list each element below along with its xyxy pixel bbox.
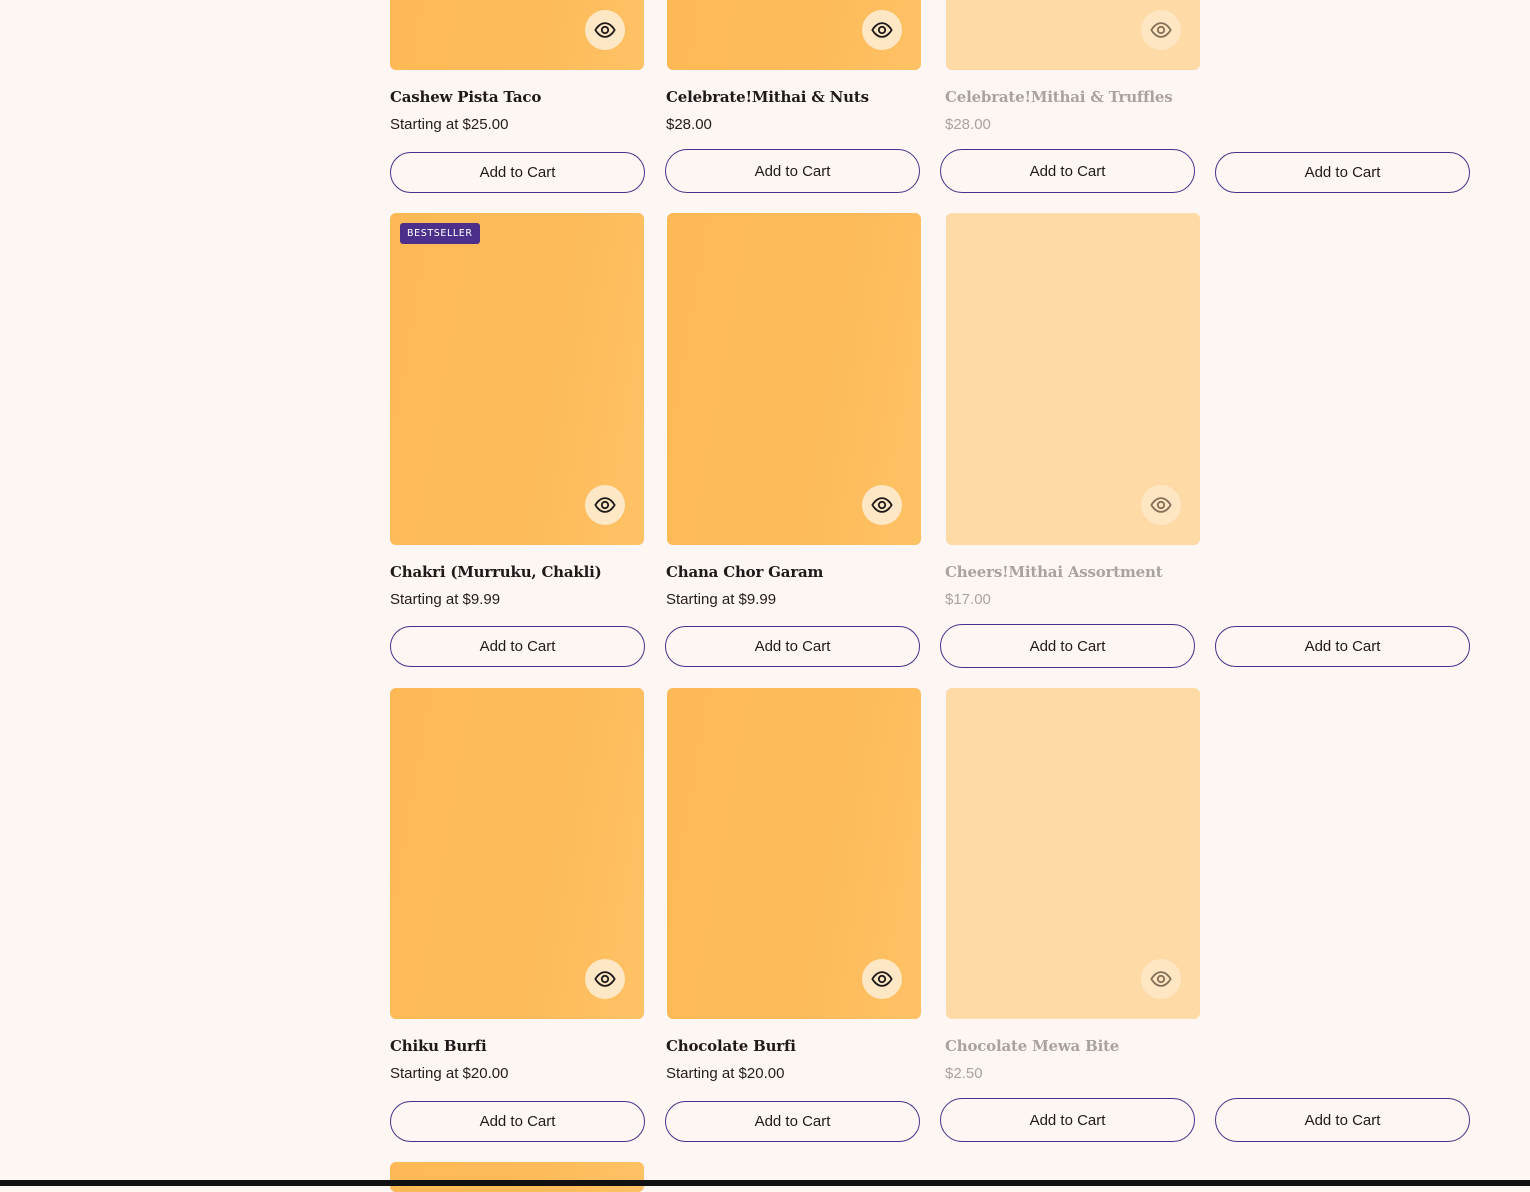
add-to-cart-button[interactable]: Add to Cart xyxy=(390,1101,645,1142)
add-to-cart-button[interactable]: Add to Cart xyxy=(940,1098,1195,1142)
add-to-cart-button[interactable]: Add to Cart xyxy=(665,1101,920,1142)
product-title[interactable]: Chocolate Mewa Bite xyxy=(945,1037,1119,1055)
product-image[interactable] xyxy=(390,0,644,70)
add-to-cart-button[interactable]: Add to Cart xyxy=(665,149,920,193)
quick-view-button[interactable] xyxy=(585,959,625,999)
quick-view-button[interactable] xyxy=(862,10,902,50)
add-to-cart-button[interactable]: Add to Cart xyxy=(390,626,645,667)
product-title[interactable]: Celebrate!Mithai & Nuts xyxy=(666,88,869,106)
add-to-cart-button[interactable]: Add to Cart xyxy=(940,624,1195,668)
product-price: $2.50 xyxy=(945,1065,983,1082)
product-title[interactable]: Cheers!Mithai Assortment xyxy=(945,563,1163,581)
eye-icon xyxy=(594,497,616,513)
product-image[interactable] xyxy=(946,213,1200,545)
product-price: Starting at $9.99 xyxy=(666,591,777,608)
eye-icon xyxy=(1150,497,1172,513)
product-price: Starting at $20.00 xyxy=(666,1065,785,1082)
product-image[interactable] xyxy=(946,688,1200,1019)
product-image[interactable] xyxy=(667,0,921,70)
product-image[interactable] xyxy=(667,213,921,545)
product-image[interactable] xyxy=(390,688,644,1019)
product-price: $28.00 xyxy=(945,116,991,133)
eye-icon xyxy=(594,22,616,38)
product-title[interactable]: Chakri (Murruku, Chakli) xyxy=(390,563,602,581)
add-to-cart-button[interactable]: Add to Cart xyxy=(665,626,920,667)
product-image[interactable] xyxy=(390,1162,644,1192)
quick-view-button[interactable] xyxy=(1141,10,1181,50)
product-title[interactable]: Celebrate!Mithai & Truffles xyxy=(945,88,1173,106)
product-price: $28.00 xyxy=(666,116,712,133)
bestseller-badge: BESTSELLER xyxy=(400,223,480,244)
quick-view-button[interactable] xyxy=(1141,959,1181,999)
product-title[interactable]: Chocolate Burfi xyxy=(666,1037,796,1055)
product-price: $17.00 xyxy=(945,591,991,608)
quick-view-button[interactable] xyxy=(862,485,902,525)
eye-icon xyxy=(594,971,616,987)
eye-icon xyxy=(871,971,893,987)
eye-icon xyxy=(1150,971,1172,987)
add-to-cart-button[interactable]: Add to Cart xyxy=(1215,626,1470,667)
product-image[interactable] xyxy=(667,688,921,1019)
quick-view-button[interactable] xyxy=(1141,485,1181,525)
quick-view-button[interactable] xyxy=(585,485,625,525)
product-image[interactable] xyxy=(946,0,1200,70)
product-title[interactable]: Cashew Pista Taco xyxy=(390,88,541,106)
add-to-cart-button[interactable]: Add to Cart xyxy=(1215,152,1470,193)
add-to-cart-button[interactable]: Add to Cart xyxy=(390,152,645,193)
add-to-cart-button[interactable]: Add to Cart xyxy=(1215,1098,1470,1142)
eye-icon xyxy=(1150,22,1172,38)
eye-icon xyxy=(871,22,893,38)
quick-view-button[interactable] xyxy=(862,959,902,999)
product-price: Starting at $9.99 xyxy=(390,591,501,608)
product-title[interactable]: Chana Chor Garam xyxy=(666,563,823,581)
eye-icon xyxy=(871,497,893,513)
product-title[interactable]: Chiku Burfi xyxy=(390,1037,487,1055)
product-image[interactable]: BESTSELLER xyxy=(390,213,644,545)
product-price: Starting at $20.00 xyxy=(390,1065,509,1082)
add-to-cart-button[interactable]: Add to Cart xyxy=(940,149,1195,193)
quick-view-button[interactable] xyxy=(585,10,625,50)
product-price: Starting at $25.00 xyxy=(390,116,509,133)
window-bottom-edge xyxy=(0,1180,1530,1186)
